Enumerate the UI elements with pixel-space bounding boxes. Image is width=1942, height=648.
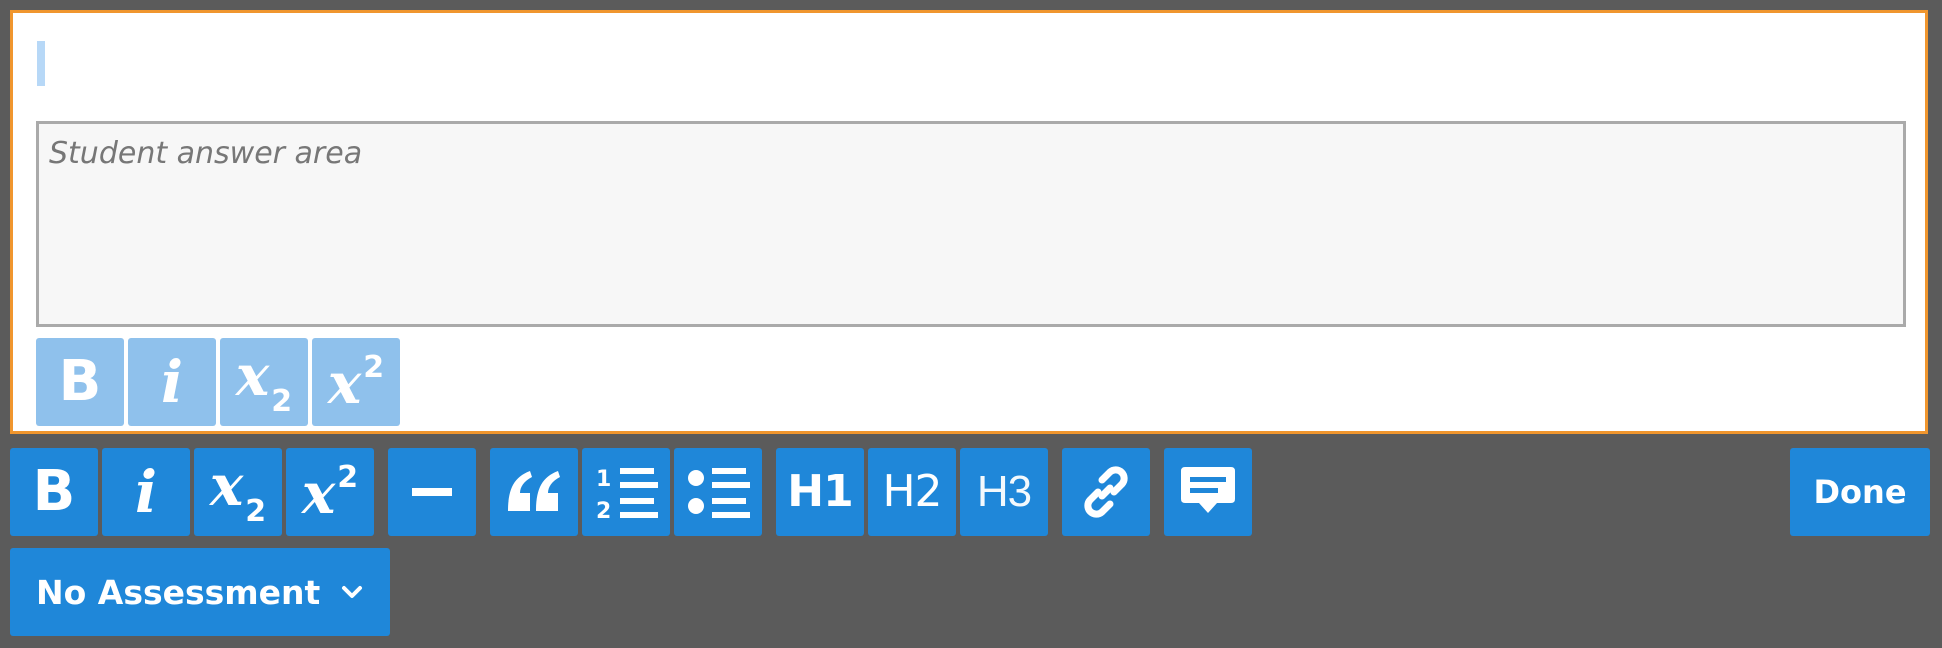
superscript-icon: x2 [302, 459, 359, 522]
superscript-exponent: 2 [337, 459, 359, 495]
inline-superscript-button[interactable]: x2 [312, 338, 400, 426]
bullet-list-icon [688, 468, 750, 518]
subscript-icon: x2 [210, 458, 266, 527]
superscript-exponent: 2 [363, 349, 385, 385]
italic-icon: i [160, 348, 184, 416]
ordered-list-icon: 1 2 [596, 467, 658, 522]
subscript-index: 2 [245, 493, 267, 529]
italic-button[interactable]: i [102, 448, 190, 536]
heading2-label: H2 [882, 466, 942, 517]
heading2-button[interactable]: H2 [868, 448, 956, 536]
inline-subscript-button[interactable]: x2 [220, 338, 308, 426]
heading3-button[interactable]: H3 [960, 448, 1048, 536]
done-button[interactable]: Done [1790, 448, 1930, 536]
bold-icon: B [32, 459, 76, 524]
comment-icon [1181, 467, 1235, 513]
inline-bold-button[interactable]: B [36, 338, 124, 426]
link-button[interactable] [1062, 448, 1150, 536]
editor-container[interactable]: Student answer area B i x2 x2 [10, 10, 1928, 434]
assessment-dropdown[interactable]: No Assessment [10, 548, 390, 636]
student-answer-area[interactable]: Student answer area [36, 121, 1906, 327]
quote-icon [508, 471, 560, 511]
bullet-list-button[interactable] [674, 448, 762, 536]
subscript-base: x [235, 342, 270, 409]
italic-icon: i [134, 458, 158, 526]
heading1-label: H1 [787, 466, 853, 517]
link-icon [1084, 466, 1128, 518]
ordered-list-number-1: 1 [596, 467, 611, 492]
text-caret [37, 41, 45, 86]
ordered-list-button[interactable]: 1 2 [582, 448, 670, 536]
superscript-icon: x2 [328, 349, 385, 412]
blockquote-button[interactable] [490, 448, 578, 536]
minus-icon [412, 488, 452, 496]
subscript-base: x [209, 452, 244, 519]
heading3-label: H3 [976, 467, 1032, 516]
bold-button[interactable]: B [10, 448, 98, 536]
comment-button[interactable] [1164, 448, 1252, 536]
horizontal-rule-button[interactable] [388, 448, 476, 536]
chevron-down-icon [340, 584, 364, 600]
inline-italic-button[interactable]: i [128, 338, 216, 426]
subscript-index: 2 [271, 383, 293, 419]
ordered-list-number-2: 2 [596, 499, 611, 522]
superscript-base: x [301, 460, 336, 527]
superscript-button[interactable]: x2 [286, 448, 374, 536]
superscript-base: x [327, 350, 362, 417]
subscript-icon: x2 [236, 348, 292, 417]
heading1-button[interactable]: H1 [776, 448, 864, 536]
answer-placeholder: Student answer area [49, 136, 363, 171]
subscript-button[interactable]: x2 [194, 448, 282, 536]
assessment-selected-value: No Assessment [36, 572, 321, 612]
bold-icon: B [58, 349, 102, 414]
